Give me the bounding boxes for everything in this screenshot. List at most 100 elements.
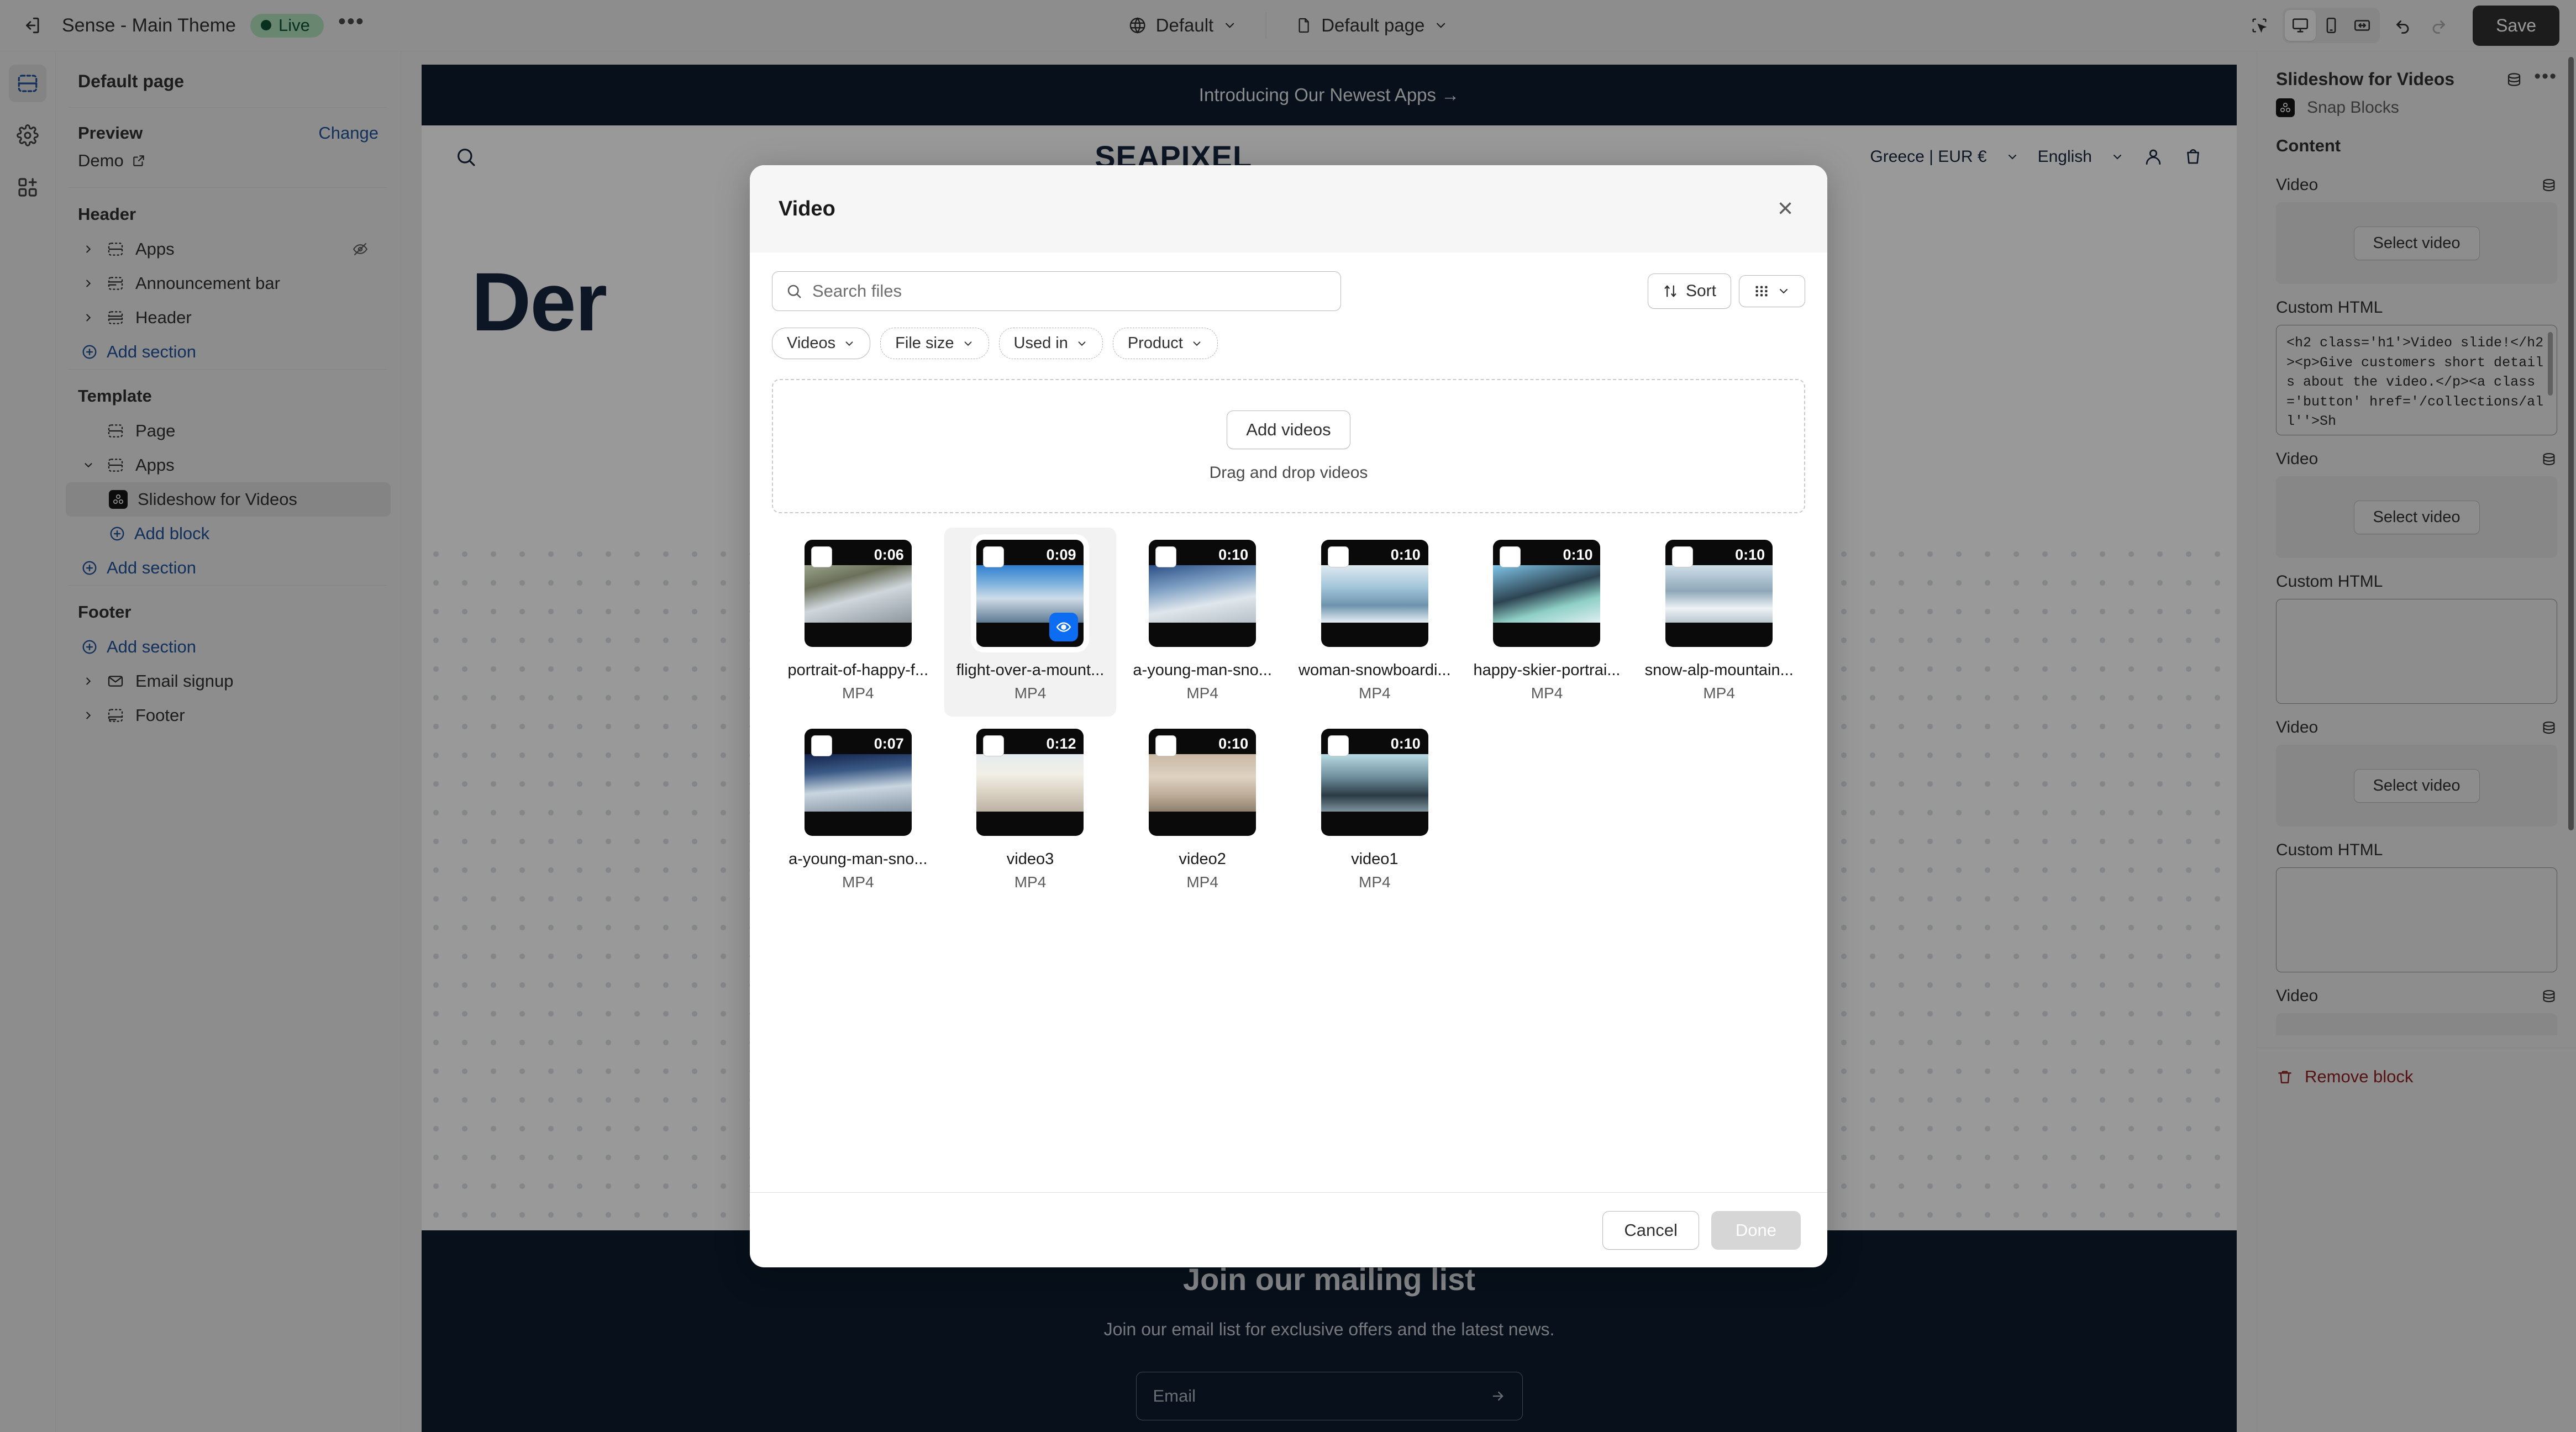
filter-used-in[interactable]: Used in — [998, 328, 1103, 359]
filter-label: File size — [895, 334, 954, 352]
modal-body: Sort Videos File size — [750, 252, 1827, 1192]
video-type: MP4 — [842, 685, 874, 702]
video-checkbox[interactable] — [1500, 546, 1521, 567]
filter-file-size[interactable]: File size — [880, 328, 989, 359]
video-preview-image — [1321, 754, 1428, 812]
video-thumbnail[interactable]: 0:10 — [1321, 729, 1428, 836]
view-mode-button[interactable] — [1739, 275, 1805, 307]
video-name: woman-snowboardi... — [1298, 661, 1451, 679]
upload-dropzone[interactable]: Add videos Drag and drop videos — [772, 379, 1805, 513]
video-thumbnail[interactable]: 0:06 — [804, 540, 912, 647]
video-thumbnail[interactable]: 0:12 — [976, 729, 1084, 836]
modal-title: Video — [779, 197, 835, 220]
video-type: MP4 — [842, 873, 874, 891]
video-preview-image — [1149, 565, 1257, 623]
done-button: Done — [1711, 1210, 1801, 1250]
video-name: flight-over-a-mount... — [956, 661, 1105, 679]
video-name: video2 — [1179, 850, 1226, 868]
chevron-down-icon — [1078, 341, 1086, 346]
video-type: MP4 — [1359, 873, 1391, 891]
video-thumbnail[interactable]: 0:10 — [1149, 540, 1257, 647]
dropzone-hint: Drag and drop videos — [1209, 463, 1368, 482]
video-grid: 0:06 portrait-of-happy-f... MP4 0:09 fli — [772, 528, 1805, 905]
video-type: MP4 — [1014, 685, 1047, 702]
video-duration: 0:10 — [1218, 735, 1249, 752]
search-box[interactable] — [772, 271, 1341, 311]
search-icon — [787, 285, 801, 298]
video-item[interactable]: 0:12 video3 MP4 — [944, 717, 1117, 905]
video-preview-image — [1321, 565, 1428, 623]
video-name: portrait-of-happy-f... — [787, 661, 929, 679]
modal-header: Video × — [750, 165, 1827, 252]
video-checkbox[interactable] — [1155, 546, 1177, 567]
filter-product[interactable]: Product — [1112, 328, 1218, 359]
chevron-down-icon — [845, 341, 853, 346]
video-preview-image — [1665, 565, 1773, 623]
video-checkbox[interactable] — [811, 546, 832, 567]
video-item[interactable]: 0:10 a-young-man-sno... MP4 — [1116, 528, 1289, 717]
video-preview-image — [804, 754, 912, 812]
video-checkbox[interactable] — [983, 546, 1005, 567]
video-thumbnail[interactable]: 0:10 — [1493, 540, 1601, 647]
add-videos-button[interactable]: Add videos — [1227, 410, 1350, 449]
video-item[interactable]: 0:07 a-young-man-sno... MP4 — [772, 717, 944, 905]
video-checkbox[interactable] — [983, 735, 1005, 756]
video-duration: 0:10 — [1735, 546, 1765, 563]
video-preview-image — [804, 565, 912, 623]
chevron-down-icon — [1193, 341, 1201, 346]
video-duration: 0:10 — [1390, 735, 1421, 752]
video-item[interactable]: 0:10 snow-alp-mountain... MP4 — [1633, 528, 1805, 717]
chevron-down-icon — [1780, 289, 1788, 294]
video-name: a-young-man-sno... — [788, 850, 928, 868]
video-name: video3 — [1006, 850, 1054, 868]
filter-label: Used in — [1013, 334, 1068, 352]
video-item[interactable]: 0:10 woman-snowboardi... MP4 — [1289, 528, 1461, 717]
video-checkbox[interactable] — [1327, 735, 1349, 756]
sort-button[interactable]: Sort — [1647, 273, 1731, 309]
search-row: Sort — [772, 271, 1805, 311]
video-item[interactable]: 0:10 video1 MP4 — [1289, 717, 1461, 905]
preview-eye-icon[interactable] — [1049, 613, 1079, 641]
video-name: video1 — [1351, 850, 1399, 868]
theme-editor-app: Sense - Main Theme Live ••• Default Defa… — [0, 0, 2576, 1432]
video-item[interactable]: 0:06 portrait-of-happy-f... MP4 — [772, 528, 944, 717]
video-duration: 0:09 — [1046, 546, 1076, 563]
video-thumbnail[interactable]: 0:10 — [1149, 729, 1257, 836]
video-type: MP4 — [1186, 873, 1218, 891]
video-thumbnail[interactable]: 0:10 — [1321, 540, 1428, 647]
video-duration: 0:10 — [1563, 546, 1593, 563]
video-duration: 0:12 — [1046, 735, 1076, 752]
video-duration: 0:10 — [1218, 546, 1249, 563]
video-name: a-young-man-sno... — [1133, 661, 1272, 679]
video-duration: 0:06 — [874, 546, 904, 563]
video-preview-image — [1149, 754, 1257, 812]
video-checkbox[interactable] — [811, 735, 832, 756]
video-duration: 0:10 — [1390, 546, 1421, 563]
search-row-actions: Sort — [1647, 273, 1805, 309]
sort-label: Sort — [1685, 282, 1716, 300]
video-type: MP4 — [1186, 685, 1218, 702]
filter-label: Videos — [787, 334, 836, 352]
video-checkbox[interactable] — [1672, 546, 1694, 567]
search-input[interactable] — [812, 281, 1327, 301]
close-icon[interactable]: × — [1772, 192, 1799, 225]
video-preview-image — [1493, 565, 1601, 623]
video-type: MP4 — [1531, 685, 1563, 702]
video-item[interactable]: 0:09 flight-over-a-mount... MP4 — [944, 528, 1117, 717]
video-type: MP4 — [1359, 685, 1391, 702]
video-duration: 0:07 — [874, 735, 904, 752]
video-thumbnail[interactable]: 0:09 — [976, 540, 1084, 647]
video-picker-modal: Video × Sort — [750, 165, 1827, 1267]
grid-view-icon — [1755, 286, 1768, 297]
sort-icon — [1664, 285, 1676, 297]
cancel-button[interactable]: Cancel — [1602, 1210, 1699, 1250]
video-checkbox[interactable] — [1327, 546, 1349, 567]
video-checkbox[interactable] — [1155, 735, 1177, 756]
video-name: happy-skier-portrai... — [1473, 661, 1621, 679]
video-thumbnail[interactable]: 0:07 — [804, 729, 912, 836]
video-thumbnail[interactable]: 0:10 — [1665, 540, 1773, 647]
filter-videos[interactable]: Videos — [772, 328, 871, 359]
video-item[interactable]: 0:10 happy-skier-portrai... MP4 — [1461, 528, 1633, 717]
video-item[interactable]: 0:10 video2 MP4 — [1116, 717, 1289, 905]
filter-label: Product — [1127, 334, 1183, 352]
